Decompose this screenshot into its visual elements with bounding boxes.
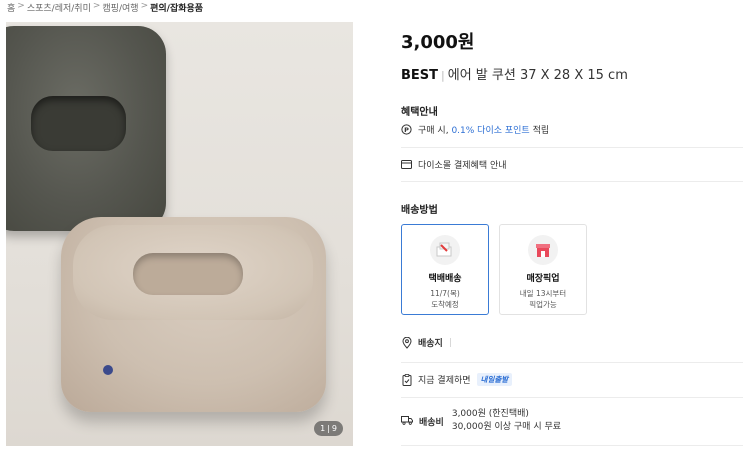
shipping-option-date: 11/7(목): [430, 289, 460, 298]
payment-benefit-text: 다이소몰 결제혜택 안내: [418, 161, 507, 171]
point-icon: P: [401, 124, 412, 135]
breadcrumb: 홈 > 스포츠/레저/취미 > 캠핑/여행 > 편의/잡화용품: [7, 1, 203, 14]
shipping-option-delivery[interactable]: 택배배송 11/7(목) 도착예정: [401, 224, 489, 315]
shipping-fee-value: 3,000원 (한진택배): [451, 409, 529, 419]
breadcrumb-separator: >: [140, 1, 149, 11]
divider: [401, 147, 743, 148]
shipping-option-name: 매장픽업: [526, 274, 560, 284]
shipping-option-date: 내일 13시부터: [519, 289, 567, 298]
card-icon: [401, 159, 412, 170]
product-title: BEST | 에어 발 쿠션 37 X 28 X 15 cm: [401, 68, 628, 83]
breadcrumb-home[interactable]: 홈: [7, 1, 15, 14]
shipping-option-status: 도착예정: [431, 300, 459, 309]
beige-cushion-image: [61, 217, 326, 412]
free-shipping-condition: 30,000원 이상 구매 시 무료: [451, 422, 562, 432]
image-counter-current: 1: [320, 424, 326, 433]
breadcrumb-camping[interactable]: 캠핑/여행: [102, 1, 138, 14]
shipping-fee-row: 배송비 3,000원 (한진택배) 30,000원 이상 구매 시 무료: [401, 408, 561, 434]
image-counter-total: 9: [331, 424, 337, 433]
pay-now-text: 지금 결제하면: [418, 376, 471, 386]
shipping-option-pickup[interactable]: 매장픽업 내일 13시부터 픽업가능: [499, 224, 587, 315]
product-name: 에어 발 쿠션 37 X 28 X 15 cm: [447, 68, 628, 83]
product-price: 3,000원: [401, 32, 475, 53]
truck-icon: [401, 415, 413, 428]
store-pickup-icon: [528, 235, 558, 265]
breadcrumb-sports[interactable]: 스포츠/레저/취미: [27, 1, 91, 14]
destination-row[interactable]: 배송지 |: [401, 336, 452, 349]
point-suffix: 적립: [532, 126, 550, 136]
benefits-heading: 혜택안내: [401, 107, 438, 118]
divider: [401, 445, 743, 446]
destination-label: 배송지: [418, 339, 443, 349]
next-day-tag: 내일출발: [476, 373, 513, 386]
breadcrumb-current[interactable]: 편의/잡화용품: [150, 1, 203, 14]
payment-benefit-row[interactable]: 다이소몰 결제혜택 안내: [401, 158, 507, 171]
breadcrumb-separator: >: [17, 1, 25, 11]
divider: [401, 397, 743, 398]
pay-now-row: 지금 결제하면 내일출발: [401, 373, 513, 386]
breadcrumb-separator: >: [92, 1, 101, 11]
shipping-heading: 배송방법: [401, 205, 438, 216]
location-pin-icon: [401, 336, 412, 349]
best-badge: BEST: [401, 68, 439, 83]
image-counter: 1 | 9: [314, 421, 343, 436]
point-link[interactable]: 0.1% 다이소 포인트: [451, 126, 529, 136]
clipboard-icon: [401, 373, 412, 386]
svg-text:P: P: [404, 126, 409, 134]
shipping-fee-label: 배송비: [419, 417, 444, 428]
product-image[interactable]: 1 | 9: [6, 22, 353, 446]
point-prefix: 구매 시,: [418, 126, 449, 136]
divider: [401, 362, 743, 363]
shipping-option-name: 택배배송: [428, 274, 462, 284]
shipping-option-status: 픽업가능: [529, 300, 557, 309]
dark-cushion-image: [6, 26, 166, 231]
divider: [401, 181, 743, 182]
truck-box-icon: [430, 235, 460, 265]
point-benefit-row: P 구매 시, 0.1% 다이소 포인트 적립: [401, 123, 549, 136]
destination-divider: |: [448, 337, 452, 348]
